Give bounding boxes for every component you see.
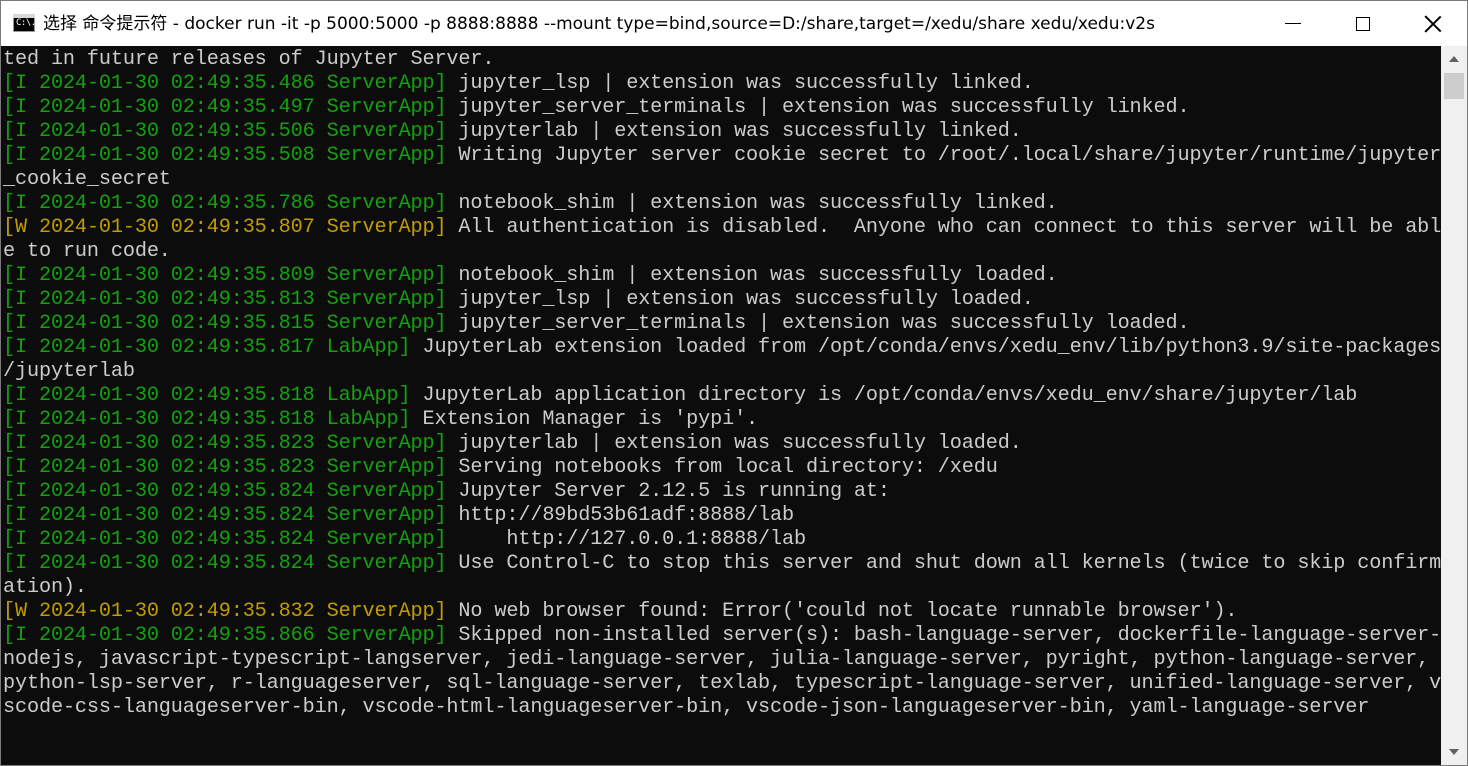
console-line: [I 2024-01-30 02:49:35.486 ServerApp] ju… [1,72,1441,96]
console-line: [I 2024-01-30 02:49:35.815 ServerApp] ju… [1,312,1441,336]
console-line: [I 2024-01-30 02:49:35.809 ServerApp] no… [1,264,1441,288]
log-prefix-info: [I 2024-01-30 02:49:35.824 ServerApp] [3,480,447,503]
log-prefix-warning: [W 2024-01-30 02:49:35.832 ServerApp] [3,600,447,623]
console-line: [I 2024-01-30 02:49:35.824 ServerApp] ht… [1,528,1441,552]
window-title: 选择 命令提示符 - docker run -it -p 5000:5000 -… [43,14,1155,34]
console-line: nodejs, javascript-typescript-langserver… [1,648,1441,672]
console-line: [I 2024-01-30 02:49:35.823 ServerApp] ju… [1,432,1441,456]
log-message: http://89bd53b61adf:8888/lab [446,504,794,527]
log-prefix-info: [I 2024-01-30 02:49:35.824 ServerApp] [3,504,447,527]
log-message: Jupyter Server 2.12.5 is running at: [446,480,890,503]
log-prefix-info: [I 2024-01-30 02:49:35.866 ServerApp] [3,624,447,647]
log-prefix-info: [I 2024-01-30 02:49:35.824 ServerApp] [3,528,447,551]
console-line: [I 2024-01-30 02:49:35.813 ServerApp] ju… [1,288,1441,312]
log-message: python-lsp-server, r-languageserver, sql… [3,672,1441,695]
log-prefix-warning: [W 2024-01-30 02:49:35.807 ServerApp] [3,216,447,239]
console-line: [I 2024-01-30 02:49:35.824 ServerApp] ht… [1,504,1441,528]
log-prefix-info: [I 2024-01-30 02:49:35.497 ServerApp] [3,96,447,119]
log-message: Writing Jupyter server cookie secret to … [446,144,1441,167]
log-message: jupyter_lsp | extension was successfully… [446,72,1034,95]
log-message: JupyterLab extension loaded from /opt/co… [410,336,1441,359]
console-line: [I 2024-01-30 02:49:35.866 ServerApp] Sk… [1,624,1441,648]
console-line: [I 2024-01-30 02:49:35.824 ServerApp] Ju… [1,480,1441,504]
log-message: ted in future releases of Jupyter Server… [3,48,495,71]
arrow-up-icon [1449,56,1459,62]
maximize-icon [1356,16,1370,31]
log-prefix-info: [I 2024-01-30 02:49:35.809 ServerApp] [3,264,447,287]
console-line: [W 2024-01-30 02:49:35.807 ServerApp] Al… [1,216,1441,240]
console-line: [I 2024-01-30 02:49:35.824 ServerApp] Us… [1,552,1441,576]
arrow-down-icon [1449,749,1459,755]
console-line: [I 2024-01-30 02:49:35.818 LabApp] Exten… [1,408,1441,432]
console-line: [I 2024-01-30 02:49:35.508 ServerApp] Wr… [1,144,1441,168]
log-message: nodejs, javascript-typescript-langserver… [3,648,1430,671]
console-line: [I 2024-01-30 02:49:35.817 LabApp] Jupyt… [1,336,1441,360]
log-message: jupyter_server_terminals | extension was… [446,312,1190,335]
console-line: [I 2024-01-30 02:49:35.506 ServerApp] ju… [1,120,1441,144]
console-window: C:\. 选择 命令提示符 - docker run -it -p 5000:5… [0,0,1468,766]
log-prefix-info: [I 2024-01-30 02:49:35.508 ServerApp] [3,144,447,167]
log-message: jupyter_server_terminals | extension was… [446,96,1190,119]
log-prefix-info: [I 2024-01-30 02:49:35.817 LabApp] [3,336,411,359]
log-message: http://127.0.0.1:8888/lab [446,528,806,551]
log-prefix-info: [I 2024-01-30 02:49:35.486 ServerApp] [3,72,447,95]
log-prefix-info: [I 2024-01-30 02:49:35.818 LabApp] [3,408,411,431]
maximize-button[interactable] [1328,1,1398,46]
log-prefix-info: [I 2024-01-30 02:49:35.506 ServerApp] [3,120,447,143]
scroll-down-button[interactable] [1441,739,1467,765]
log-prefix-info: [I 2024-01-30 02:49:35.813 ServerApp] [3,288,447,311]
console-line: e to run code. [1,240,1441,264]
log-message: JupyterLab application directory is /opt… [410,384,1358,407]
scroll-up-button[interactable] [1441,46,1467,72]
log-message: _cookie_secret [3,168,171,191]
log-prefix-info: [I 2024-01-30 02:49:35.818 LabApp] [3,384,411,407]
log-message: notebook_shim | extension was successful… [446,192,1058,215]
log-message: No web browser found: Error('could not l… [446,600,1238,623]
console-line: [W 2024-01-30 02:49:35.832 ServerApp] No… [1,600,1441,624]
log-message: Skipped non-installed server(s): bash-la… [446,624,1441,647]
minimize-button[interactable] [1258,1,1328,46]
log-message: Use Control-C to stop this server and sh… [446,552,1441,575]
console-line: /jupyterlab [1,360,1441,384]
log-message: jupyterlab | extension was successfully … [446,120,1022,143]
log-message: jupyterlab | extension was successfully … [446,432,1022,455]
log-prefix-info: [I 2024-01-30 02:49:35.786 ServerApp] [3,192,447,215]
scrollbar-thumb[interactable] [1444,73,1464,99]
log-prefix-info: [I 2024-01-30 02:49:35.823 ServerApp] [3,432,447,455]
console-line: python-lsp-server, r-languageserver, sql… [1,672,1441,696]
vertical-scrollbar[interactable] [1441,46,1467,765]
log-message: e to run code. [3,240,171,263]
console-line: [I 2024-01-30 02:49:35.823 ServerApp] Se… [1,456,1441,480]
console-line: [I 2024-01-30 02:49:35.818 LabApp] Jupyt… [1,384,1441,408]
cmd-app-icon[interactable]: C:\. [13,14,36,32]
log-prefix-info: [I 2024-01-30 02:49:35.815 ServerApp] [3,312,447,335]
console-line: _cookie_secret [1,168,1441,192]
log-message: ation). [3,576,87,599]
minimize-icon [1285,23,1301,24]
log-message: All authentication is disabled. Anyone w… [446,216,1441,239]
console-line: scode-css-languageserver-bin, vscode-htm… [1,696,1441,720]
close-icon [1424,15,1442,33]
title-bar[interactable]: C:\. 选择 命令提示符 - docker run -it -p 5000:5… [1,1,1467,46]
log-message: Extension Manager is 'pypi'. [410,408,759,431]
log-message: jupyter_lsp | extension was successfully… [446,288,1034,311]
log-message: /jupyterlab [3,360,135,383]
console-line: ation). [1,576,1441,600]
console-line: [I 2024-01-30 02:49:35.786 ServerApp] no… [1,192,1441,216]
close-button[interactable] [1398,1,1467,46]
log-prefix-info: [I 2024-01-30 02:49:35.823 ServerApp] [3,456,447,479]
console-line: [I 2024-01-30 02:49:35.497 ServerApp] ju… [1,96,1441,120]
console-output[interactable]: ted in future releases of Jupyter Server… [1,46,1441,765]
log-message: Serving notebooks from local directory: … [446,456,998,479]
log-prefix-info: [I 2024-01-30 02:49:35.824 ServerApp] [3,552,447,575]
log-message: notebook_shim | extension was successful… [446,264,1058,287]
console-line: ted in future releases of Jupyter Server… [1,48,1441,72]
log-message: scode-css-languageserver-bin, vscode-htm… [3,696,1370,719]
